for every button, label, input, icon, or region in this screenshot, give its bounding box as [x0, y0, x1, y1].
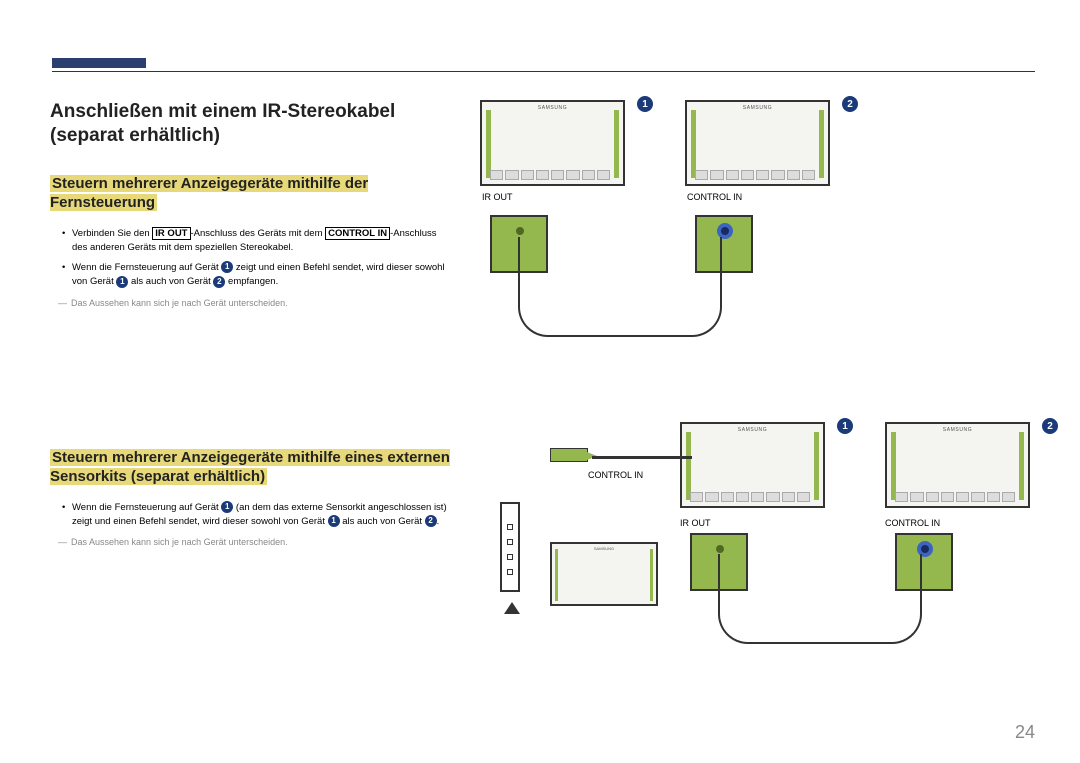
monitor-1b: 1 — [680, 422, 825, 508]
label-control-in-2b: CONTROL IN — [885, 518, 940, 528]
arrow-up-icon — [504, 602, 520, 614]
badge-1-icon: 1 — [637, 96, 653, 112]
badge-2-icon: 2 — [1042, 418, 1058, 434]
header-rule — [52, 71, 1035, 72]
section1-heading: Steuern mehrerer Anzeigegeräte mithilfe … — [50, 174, 450, 213]
section1-bullet2: Wenn die Fernsteuerung auf Gerät 1 zeigt… — [62, 261, 450, 290]
label-ir-out: IR OUT — [482, 192, 625, 202]
text-column: Anschließen mit einem IR-Stereokabel (se… — [50, 100, 450, 702]
monitor-2b: 2 — [885, 422, 1030, 508]
monitor-1: 1 IR OUT — [480, 100, 625, 202]
diagram-column: 1 IR OUT 2 CONTROL IN — [480, 100, 1030, 702]
num-2-icon: 2 — [425, 515, 437, 527]
cable-line — [518, 237, 722, 337]
monitor-2: 2 CONTROL IN — [685, 100, 830, 202]
diagram-1: 1 IR OUT 2 CONTROL IN — [480, 100, 1030, 202]
section1-note: ― Das Aussehen kann sich je nach Gerät u… — [58, 298, 450, 308]
label-control-in-2a: CONTROL IN — [588, 470, 643, 480]
num-2-icon: 2 — [213, 276, 225, 288]
num-1-icon: 1 — [116, 276, 128, 288]
section-indicator-bar — [52, 58, 146, 68]
page-title: Anschließen mit einem IR-Stereokabel (se… — [50, 100, 450, 148]
monitor-small — [550, 542, 658, 606]
diagram-2: 1 2 IR OUT CONTROL IN CONTROL IN — [480, 422, 1030, 702]
num-1-icon: 1 — [328, 515, 340, 527]
num-1-icon: 1 — [221, 501, 233, 513]
green-jack-plug — [550, 448, 588, 462]
section2-heading: Steuern mehrerer Anzeigegeräte mithilfe … — [50, 448, 450, 487]
label-ir-out-2: IR OUT — [680, 518, 711, 528]
cable-seg — [592, 456, 692, 459]
badge-1-icon: 1 — [837, 418, 853, 434]
badge-2-icon: 2 — [842, 96, 858, 112]
page-number: 24 — [1015, 722, 1035, 743]
label-control-in: CONTROL IN — [687, 192, 830, 202]
cable-line-2 — [718, 554, 922, 644]
num-1-icon: 1 — [221, 261, 233, 273]
section1-bullet1: Verbinden Sie den IR OUT-Anschluss des G… — [62, 227, 450, 256]
section2-bullet1: Wenn die Fernsteuerung auf Gerät 1 (an d… — [62, 501, 450, 530]
dash-icon: ― — [58, 298, 67, 308]
cable-diagram-1 — [480, 215, 1040, 375]
dash-icon: ― — [58, 537, 67, 547]
section2-note: ― Das Aussehen kann sich je nach Gerät u… — [58, 537, 450, 547]
external-sensor-bracket — [500, 502, 520, 592]
